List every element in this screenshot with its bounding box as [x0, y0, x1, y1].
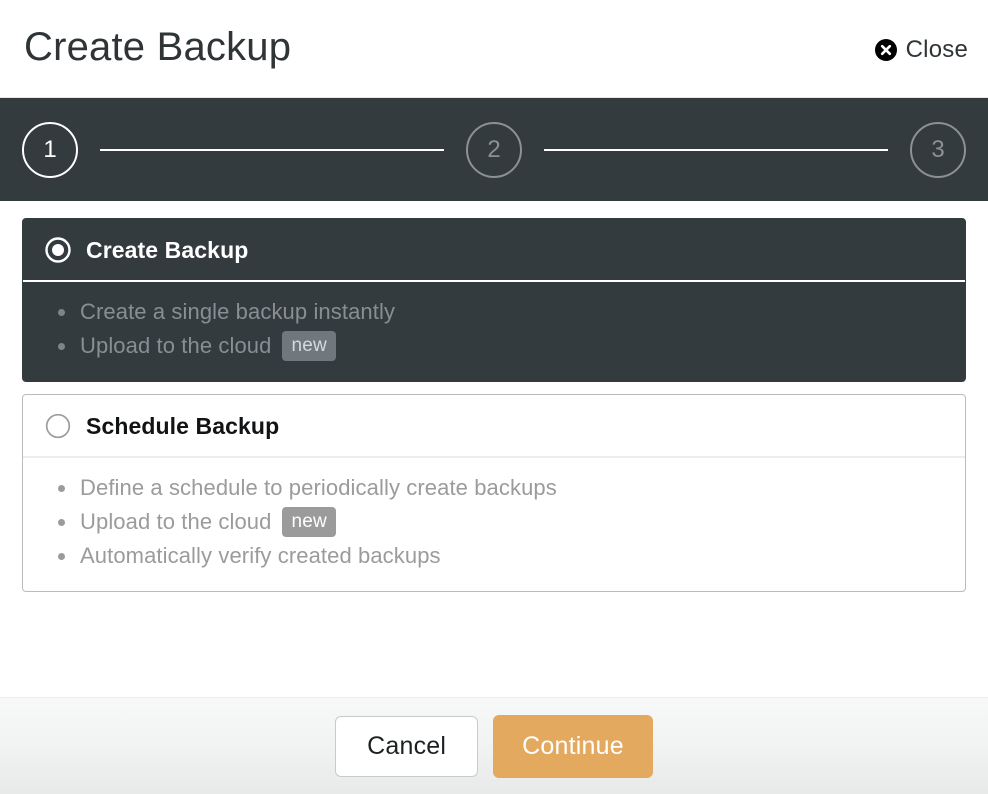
status-badge: new: [282, 331, 336, 361]
list-item: Define a schedule to periodically create…: [45, 471, 943, 505]
step-3[interactable]: 3: [910, 121, 966, 178]
option-card-schedule-backup[interactable]: Schedule Backup Define a schedule to per…: [22, 394, 966, 592]
dialog-header: Create Backup Close: [0, 0, 988, 98]
step-1-number: 1: [43, 135, 57, 163]
dialog-footer: Cancel Continue: [0, 697, 988, 794]
option-header-create-backup[interactable]: Create Backup: [23, 219, 965, 280]
option-feature-list-schedule-backup: Define a schedule to periodically create…: [45, 471, 943, 573]
close-button[interactable]: Close: [874, 36, 968, 64]
step-1[interactable]: 1: [22, 121, 78, 178]
option-card-create-backup[interactable]: Create Backup Create a single backup ins…: [22, 218, 966, 382]
close-label: Close: [905, 36, 968, 63]
option-title-create-backup: Create Backup: [86, 237, 249, 263]
option-body-schedule-backup: Define a schedule to periodically create…: [23, 458, 965, 591]
list-item: Upload to the cloud new: [45, 329, 943, 363]
step-2[interactable]: 2: [466, 121, 522, 178]
option-header-schedule-backup[interactable]: Schedule Backup: [23, 395, 965, 456]
status-badge: new: [282, 507, 336, 537]
step-connector-2: [544, 148, 888, 151]
step-3-number: 3: [931, 135, 945, 163]
feature-text: Automatically verify created backups: [80, 543, 441, 568]
create-backup-dialog: Create Backup Close 1 2 3 Create Backup …: [0, 0, 988, 794]
close-circle-icon: [874, 39, 897, 61]
feature-text: Upload to the cloud: [80, 509, 272, 534]
option-title-schedule-backup: Schedule Backup: [86, 413, 280, 439]
option-body-create-backup: Create a single backup instantly Upload …: [23, 282, 965, 381]
list-item: Upload to the cloud new: [45, 505, 943, 539]
feature-text: Create a single backup instantly: [80, 299, 396, 324]
feature-text: Define a schedule to periodically create…: [80, 475, 557, 500]
dialog-body: Create Backup Create a single backup ins…: [0, 201, 988, 697]
step-connector-1: [100, 148, 444, 151]
cancel-button[interactable]: Cancel: [335, 715, 479, 777]
step-2-number: 2: [487, 135, 501, 163]
continue-button[interactable]: Continue: [493, 714, 653, 778]
step-indicator: 1 2 3: [0, 98, 988, 201]
list-item: Automatically verify created backups: [45, 539, 943, 573]
option-feature-list-create-backup: Create a single backup instantly Upload …: [45, 295, 943, 363]
feature-text: Upload to the cloud: [80, 333, 272, 358]
radio-selected-icon[interactable]: [45, 237, 71, 263]
page-title: Create Backup: [24, 25, 292, 69]
radio-unselected-icon[interactable]: [45, 413, 71, 439]
list-item: Create a single backup instantly: [45, 295, 943, 329]
